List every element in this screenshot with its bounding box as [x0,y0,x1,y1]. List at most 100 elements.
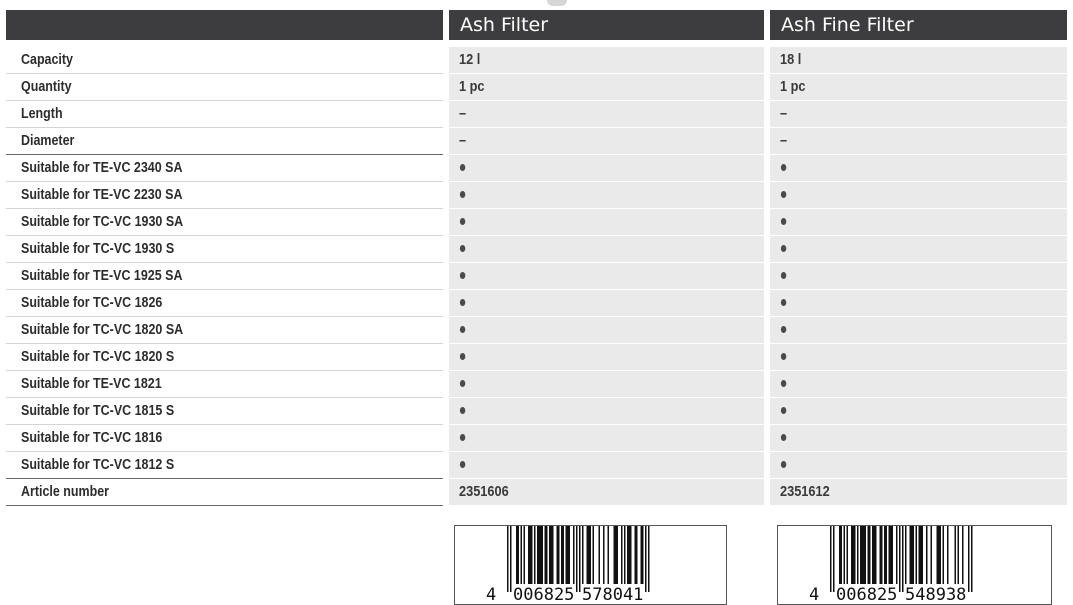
barcode-bar [942,526,944,584]
barcode-bar [885,526,887,584]
barcode-bar [854,526,856,584]
barcode-bar [507,526,509,592]
ash-filter-value: – [449,128,764,155]
row-label-text: Diameter [21,133,75,149]
cell-value-text [780,371,787,397]
barcode-bar [624,526,626,584]
row-label-text: Suitable for TC-VC 1826 [21,295,163,311]
ash-filter-value [449,155,764,182]
barcode-digits: 548938 [905,585,966,605]
cell-value-text [459,290,466,316]
barcode-bar [603,526,605,584]
cell-value-text: – [780,133,788,149]
barcode-bar [884,526,886,584]
table-row: Suitable for TC-VC 1815 S [6,398,1067,425]
row-label-text: Suitable for TC-VC 1930 SA [21,214,184,230]
barcode-digits: 4 [809,585,819,605]
column-header-ash-filter: Ash Filter [449,10,764,40]
barcode-bar [528,526,530,584]
row-label-text: Article number [21,484,110,500]
barcode-bar [954,526,956,584]
row-label-text: Suitable for TC-VC 1820 SA [21,322,184,338]
table-row: Length – – [6,101,1067,128]
barcode-bar [616,526,618,584]
row-label: Suitable for TC-VC 1816 [6,425,443,452]
cell-value-text: 2351612 [780,484,830,500]
ash-filter-value [449,398,764,425]
barcode-bar [869,526,871,584]
ash-filter-value [449,344,764,371]
barcode-bar [541,526,543,584]
barcode-bar [867,526,869,584]
cell-value-text [780,290,787,316]
barcode-bar [615,526,617,584]
availability-dot-icon [780,163,787,171]
barcode-bar [598,526,600,584]
ash-filter-value [449,425,764,452]
table-row: Diameter – – [6,128,1067,155]
barcode-bar [930,526,932,584]
cell-value-text [780,398,787,424]
barcode-bar [939,526,941,584]
table-row: Suitable for TC-VC 1820 S [6,344,1067,371]
barcode-bar [846,526,848,584]
cell-value-text: 2351606 [459,484,509,500]
ash-fine-filter-value: 1 pc [770,74,1067,101]
table-row: Suitable for TC-VC 1930 S [6,236,1067,263]
cell-value-text [780,452,787,478]
availability-dot-icon [780,271,787,279]
barcode-bar [879,526,881,584]
barcode-bar [920,526,922,584]
barcode-bar [565,526,567,584]
availability-dot-icon [459,163,466,171]
barcode-graphic: 4 006825 578041 [486,526,650,604]
barcode-bar [833,526,835,592]
cell-value-text: – [459,106,467,122]
barcode-bar [971,526,973,592]
barcode-bar [918,526,920,584]
barcode-bar [640,526,642,584]
barcode-bar [909,526,911,584]
ash-fine-filter-value [770,452,1067,479]
barcode-bar [968,526,970,592]
barcode-bar [860,526,862,584]
cell-value-text [459,452,466,478]
cell-value-text: – [459,133,467,149]
availability-dot-icon [780,460,787,468]
barcode-bar [534,526,536,584]
barcode-graphic: 4 006825 548938 [809,526,973,605]
barcode-bar [857,526,859,584]
table-row: Suitable for TC-VC 1820 SA [6,317,1067,344]
row-label-text: Suitable for TE-VC 2230 SA [21,187,183,203]
ash-fine-filter-value [770,236,1067,263]
row-label-text: Suitable for TC-VC 1815 S [21,403,175,419]
barcode-bar [957,526,959,584]
barcode-bar [556,526,558,584]
barcode-bar [921,526,923,584]
ash-filter-value [449,452,764,479]
barcode-bar [552,526,554,584]
cell-value-text [459,236,466,262]
table-row: Suitable for TC-VC 1816 [6,425,1067,452]
barcode-bar [529,526,531,584]
barcode-bar [510,526,512,592]
barcode-bar [875,526,877,584]
barcode-bar [881,526,883,584]
availability-dot-icon [459,244,466,252]
barcode-bar [840,526,842,584]
barcode-digits: 006825 [836,585,897,605]
barcode-bar [546,526,548,584]
barcode-bar [863,526,865,584]
availability-dot-icon [459,406,466,414]
barcode-bar [568,526,570,584]
ash-filter-value [449,182,764,209]
availability-dot-icon [780,217,787,225]
barcode-bar [627,526,629,584]
row-label-text: Length [21,106,63,122]
barcode-bar [636,526,638,584]
barcode-bar [890,526,892,584]
ash-fine-filter-value: 2351612 [770,479,1067,506]
barcode-bar [634,526,636,584]
barcode-bar [520,526,522,584]
ash-filter-value: – [449,101,764,128]
